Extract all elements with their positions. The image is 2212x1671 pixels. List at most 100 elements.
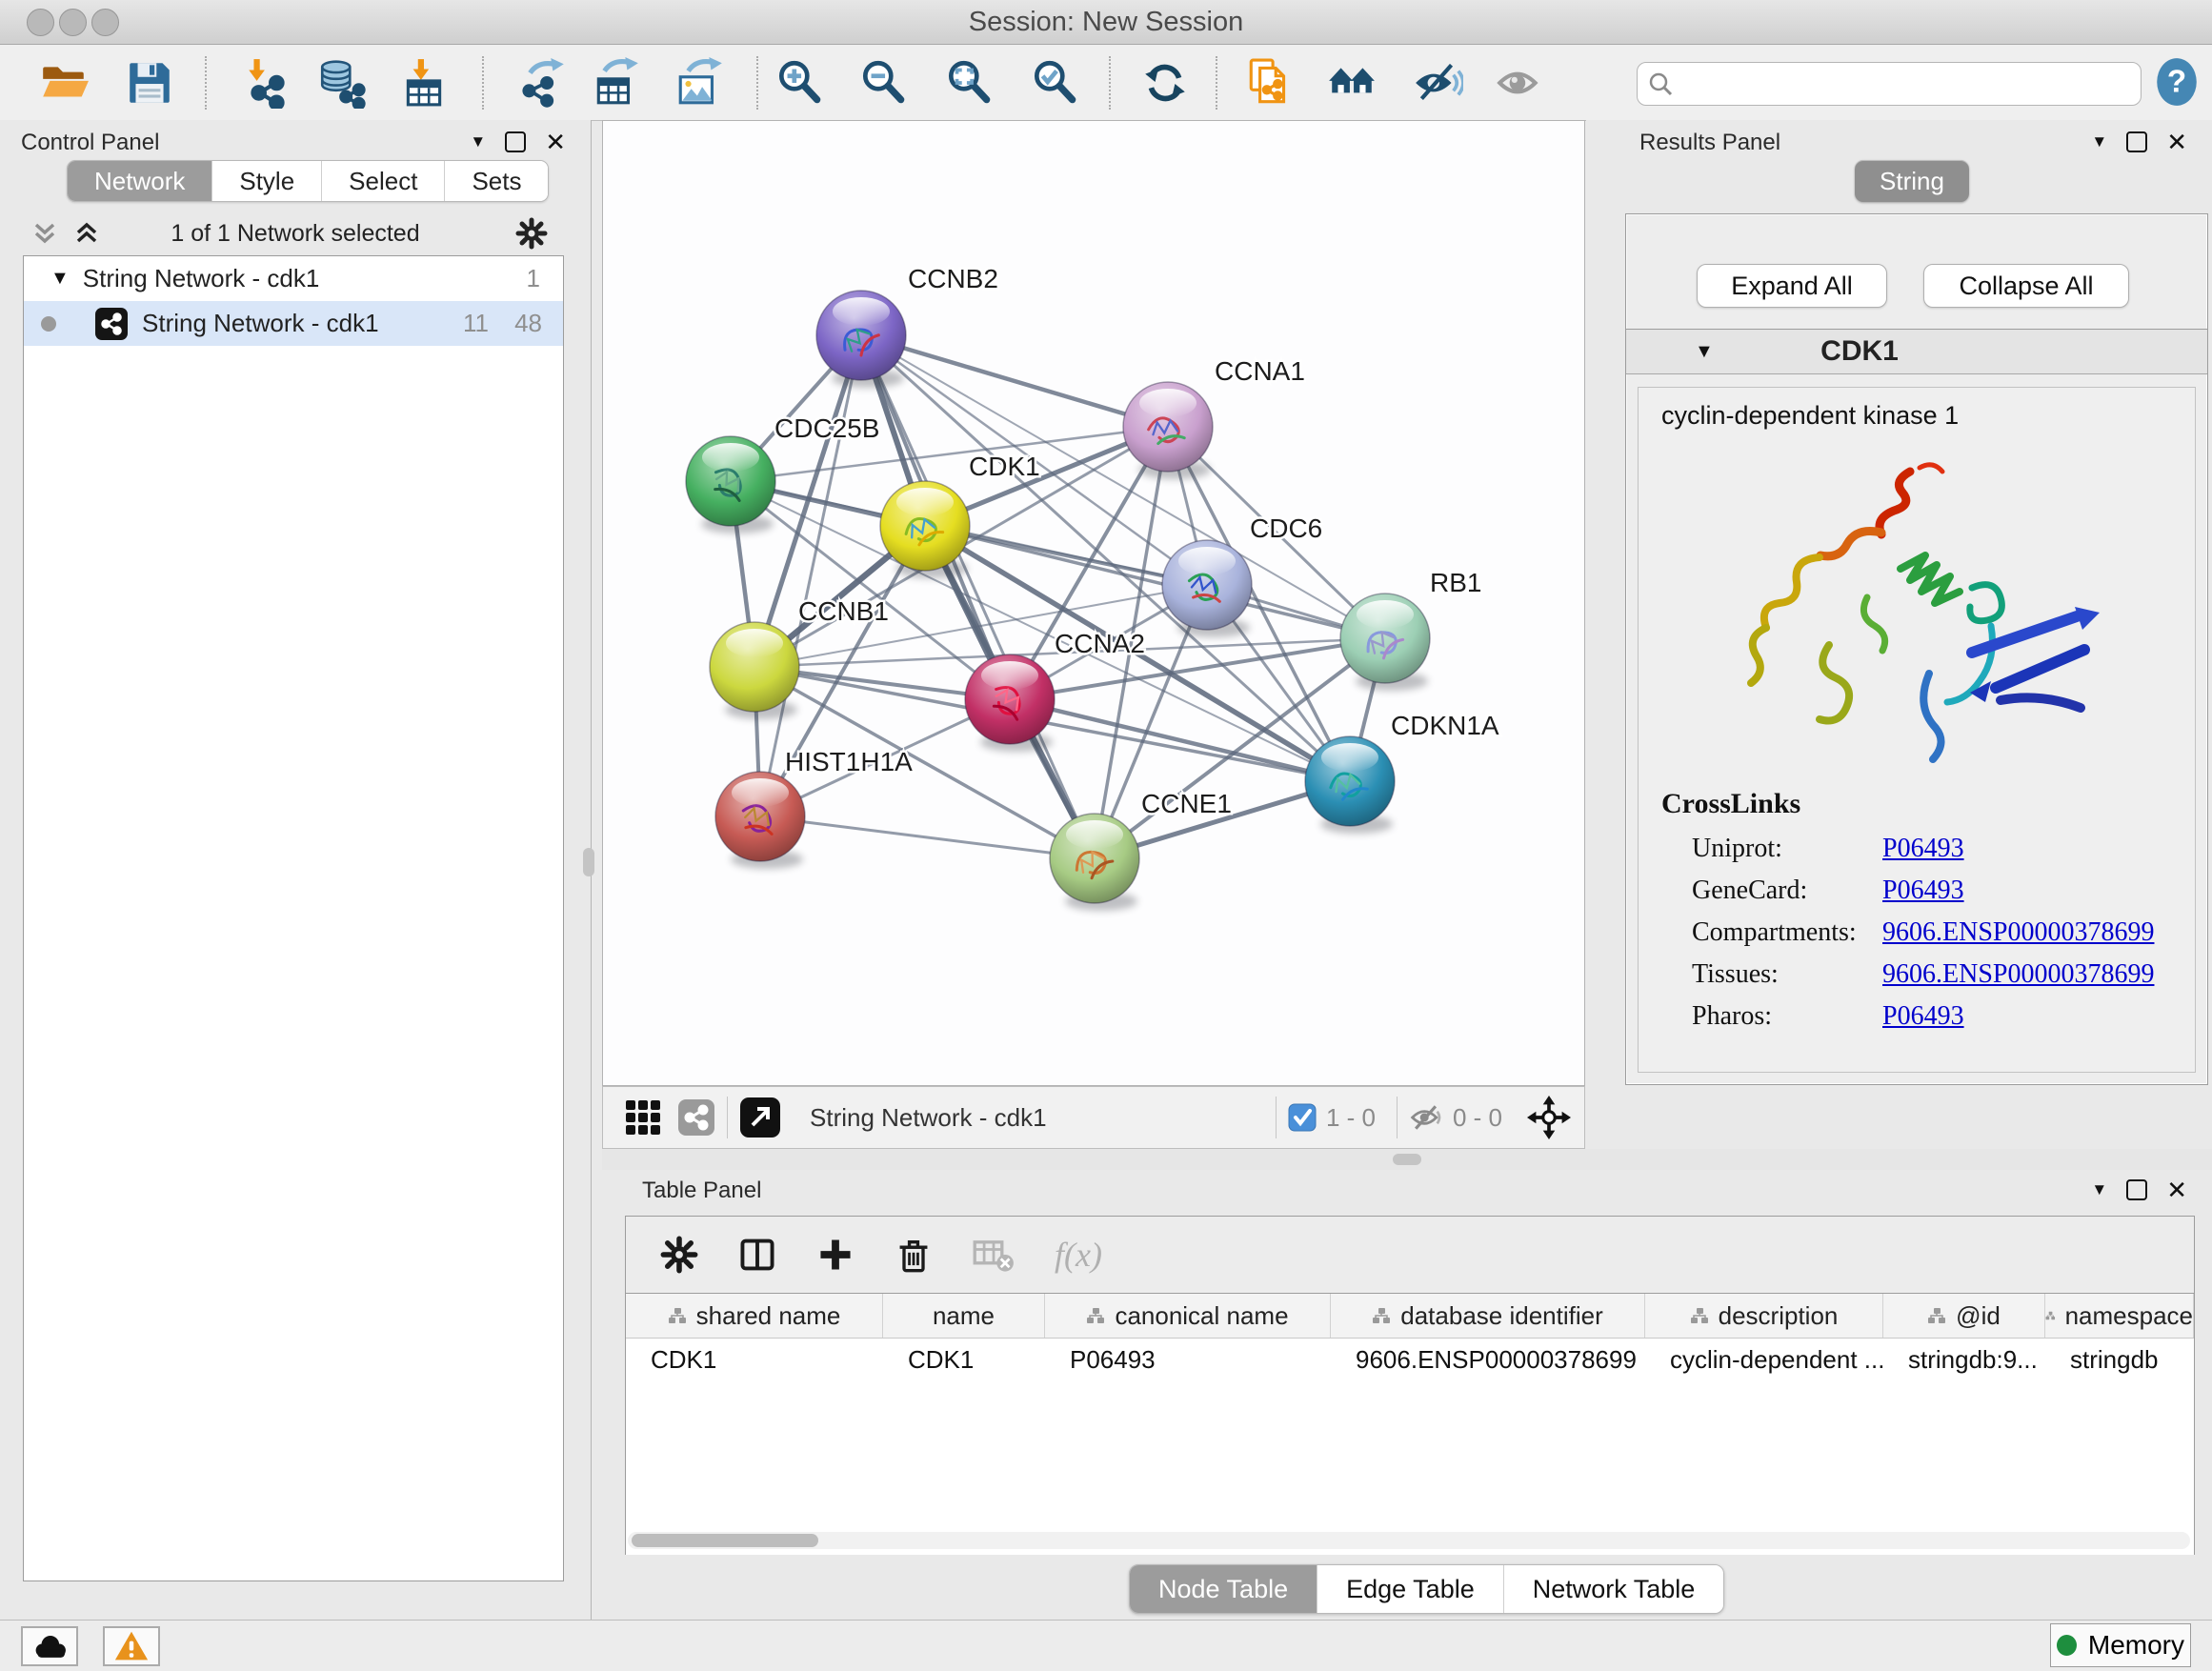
apply-layout-button[interactable] <box>1136 53 1195 112</box>
memory-button[interactable]: Memory <box>2050 1623 2191 1667</box>
network-graph[interactable]: CCNB2CCNA1CDC25BCDK1CDC6RB1CCNB1CCNA2CDK… <box>603 121 1584 1085</box>
table-hscrollbar <box>628 1532 2190 1549</box>
column-header-description[interactable]: description <box>1645 1294 1883 1338</box>
node-label-CCNB2: CCNB2 <box>908 264 998 293</box>
import-network-button[interactable] <box>238 53 297 112</box>
network-node-CDK1[interactable] <box>880 481 970 578</box>
network-canvas[interactable]: CCNB2CCNA1CDC25BCDK1CDC6RB1CCNB1CCNA2CDK… <box>602 120 1585 1086</box>
navigate-button[interactable] <box>1527 1096 1571 1139</box>
network-edge[interactable] <box>760 816 1095 858</box>
selected-checkbox[interactable] <box>1288 1103 1317 1132</box>
network-edge[interactable] <box>760 335 861 816</box>
column-header-namespace[interactable]: namespace <box>2045 1294 2194 1338</box>
node-label-CCNA2: CCNA2 <box>1055 629 1145 658</box>
column-header-name[interactable]: name <box>883 1294 1045 1338</box>
table-row[interactable]: CDK1CDK1P064939606.ENSP00000378699cyclin… <box>626 1339 2194 1380</box>
tab-edge-table[interactable]: Edge Table <box>1317 1565 1504 1613</box>
export-network-button[interactable] <box>514 53 573 112</box>
zoom-fit-button[interactable] <box>939 53 998 112</box>
birdseye-view-button[interactable] <box>739 1097 781 1138</box>
network-edge[interactable] <box>861 335 1095 858</box>
zoom-out-button[interactable] <box>854 53 913 112</box>
save-session-button[interactable] <box>120 53 179 112</box>
collapse-all-button[interactable]: Collapse All <box>1923 264 2129 308</box>
grid-view-button[interactable] <box>624 1098 662 1137</box>
network-node-CDC25B[interactable] <box>686 436 775 534</box>
show-columns-button[interactable] <box>738 1236 776 1274</box>
memory-label: Memory <box>2088 1630 2184 1661</box>
tab-select[interactable]: Select <box>322 161 445 201</box>
search-input[interactable] <box>1674 70 2131 99</box>
network-node-CCNE1[interactable] <box>1050 814 1139 911</box>
column-header--id[interactable]: @id <box>1883 1294 2045 1338</box>
hide-graphics-details-button[interactable] <box>1490 53 1549 112</box>
network-node-CDKN1A[interactable] <box>1305 736 1395 834</box>
string-query-button[interactable] <box>1322 53 1381 112</box>
hscrollbar-thumb[interactable] <box>632 1534 818 1547</box>
node-label-CDC6: CDC6 <box>1250 513 1322 543</box>
column-header-database-identifier[interactable]: database identifier <box>1331 1294 1645 1338</box>
collection-expander-icon[interactable]: ▼ <box>50 268 70 290</box>
zoom-selected-button[interactable] <box>1025 53 1084 112</box>
table-panel-float-icon[interactable] <box>2126 1179 2147 1200</box>
table-settings-button[interactable] <box>660 1236 698 1274</box>
network-node-HIST1H1A[interactable] <box>715 772 805 869</box>
network-node-RB1[interactable] <box>1340 594 1430 691</box>
bottom-splitter-handle[interactable] <box>1393 1154 1421 1165</box>
delete-table-button[interactable] <box>973 1236 1015 1274</box>
tab-node-table[interactable]: Node Table <box>1130 1565 1317 1613</box>
zoom-in-button[interactable] <box>770 53 829 112</box>
crosslink-link[interactable]: P06493 <box>1882 834 1964 864</box>
table-header-row: shared namename canonical name database id… <box>626 1294 2194 1339</box>
tab-network-table[interactable]: Network Table <box>1504 1565 1724 1613</box>
crosslink-link[interactable]: 9606.ENSP00000378699 <box>1882 959 2154 990</box>
network-collection-row[interactable]: ▼ String Network - cdk1 1 <box>24 256 563 301</box>
export-table-button[interactable] <box>587 53 646 112</box>
table-panel-menu-icon[interactable]: ▼ <box>2091 1180 2107 1199</box>
cloud-status-button[interactable] <box>21 1626 78 1666</box>
expand-all-button[interactable]: Expand All <box>1697 264 1887 308</box>
results-panel-float-icon[interactable] <box>2126 131 2147 152</box>
network-row[interactable]: String Network - cdk1 11 48 <box>24 301 563 346</box>
control-panel-close-icon[interactable]: ✕ <box>545 133 566 151</box>
table-panel-close-icon[interactable]: ✕ <box>2166 1181 2187 1198</box>
warnings-button[interactable] <box>103 1626 160 1666</box>
network-options-gear-icon[interactable] <box>514 216 549 251</box>
network-view-mode-button[interactable] <box>677 1098 715 1137</box>
houses-icon <box>1326 57 1377 109</box>
control-panel-float-icon[interactable] <box>505 131 526 152</box>
column-label: canonical name <box>1115 1301 1288 1331</box>
delete-column-button[interactable] <box>895 1236 933 1274</box>
crosslink-row: Compartments:9606.ENSP00000378699 <box>1692 912 2178 954</box>
open-session-button[interactable] <box>34 53 93 112</box>
import-table-button[interactable] <box>394 53 453 112</box>
results-panel-close-icon[interactable]: ✕ <box>2166 133 2187 151</box>
crosslink-link[interactable]: 9606.ENSP00000378699 <box>1882 917 2154 948</box>
network-node-CCNA2[interactable] <box>965 654 1055 752</box>
hidden-toggle[interactable] <box>1409 1100 1443 1135</box>
left-splitter-handle[interactable] <box>583 848 594 876</box>
results-panel: Results Panel ▼ ✕ String Expand All Coll… <box>1586 120 2212 1149</box>
function-builder-button[interactable]: f(x) <box>1055 1235 1102 1275</box>
tab-string[interactable]: String <box>1855 160 1969 202</box>
tab-sets[interactable]: Sets <box>445 161 548 201</box>
network-file-button[interactable] <box>1240 53 1299 112</box>
export-image-button[interactable] <box>671 53 730 112</box>
column-header-shared-name[interactable]: shared name <box>626 1294 883 1338</box>
show-graphics-details-button[interactable] <box>1408 53 1467 112</box>
control-panel-menu-icon[interactable]: ▼ <box>470 132 486 151</box>
crosslink-link[interactable]: P06493 <box>1882 876 1964 906</box>
tab-network[interactable]: Network <box>68 161 212 201</box>
tab-style[interactable]: Style <box>212 161 322 201</box>
crosslink-link[interactable]: P06493 <box>1882 1001 1964 1032</box>
trash-icon <box>895 1236 933 1274</box>
network-edge[interactable] <box>861 335 1168 427</box>
column-header-canonical-name[interactable]: canonical name <box>1045 1294 1331 1338</box>
protein-section-header[interactable]: ▼ CDK1 <box>1626 330 2207 374</box>
network-node-CCNA1[interactable] <box>1123 382 1213 479</box>
create-column-button[interactable] <box>816 1236 855 1274</box>
results-panel-menu-icon[interactable]: ▼ <box>2091 132 2107 151</box>
help-button[interactable]: ? <box>2151 56 2202 108</box>
import-database-button[interactable] <box>312 53 372 112</box>
network-node-CCNB1[interactable] <box>710 622 799 719</box>
